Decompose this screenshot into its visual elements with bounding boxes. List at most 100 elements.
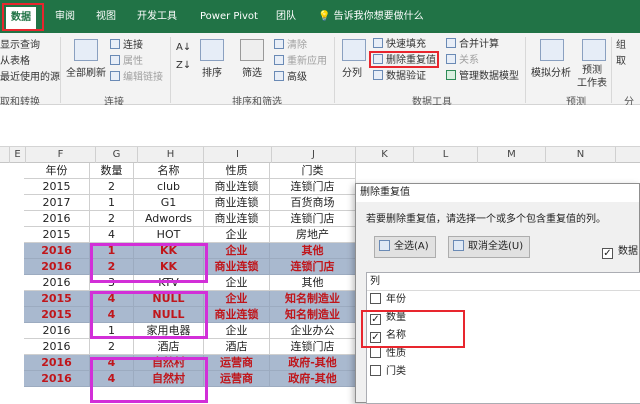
from-table-button[interactable]: 从表格 xyxy=(0,55,30,68)
relationships-button[interactable]: 关系 xyxy=(446,54,479,67)
select-all-button[interactable]: 全选(A) xyxy=(374,236,436,258)
flash-fill-button[interactable]: 快速填充 xyxy=(373,38,426,51)
table-cell[interactable]: 2016 xyxy=(24,211,90,227)
group-button[interactable]: 组 xyxy=(616,39,626,52)
column-header[interactable] xyxy=(0,147,10,163)
table-cell[interactable]: 企业 xyxy=(204,291,270,307)
table-cell[interactable]: 企业办公 xyxy=(270,323,356,339)
table-cell[interactable]: 2016 xyxy=(24,323,90,339)
table-cell[interactable]: 百货商场 xyxy=(270,195,356,211)
table-cell[interactable]: 酒店 xyxy=(134,339,204,355)
column-header[interactable]: H xyxy=(138,147,204,163)
table-cell[interactable]: 2015 xyxy=(24,291,90,307)
table-cell[interactable]: 门类 xyxy=(270,163,356,179)
advanced-button[interactable]: 高级 xyxy=(274,71,307,84)
table-cell[interactable]: 2 xyxy=(90,339,134,355)
refresh-all-button[interactable]: 全部刷新 xyxy=(66,67,106,80)
table-cell[interactable]: 2016 xyxy=(24,355,90,371)
table-cell[interactable]: 企业 xyxy=(204,275,270,291)
table-cell[interactable]: 2016 xyxy=(24,339,90,355)
ungroup-button[interactable]: 取 xyxy=(616,55,626,68)
table-cell[interactable]: 商业连锁 xyxy=(204,211,270,227)
sort-button[interactable]: 排序 xyxy=(202,67,222,80)
connections-button[interactable]: 连接 xyxy=(110,39,143,52)
edit-links-button[interactable]: 编辑链接 xyxy=(110,71,163,84)
manage-data-model-button[interactable]: 管理数据模型 xyxy=(446,70,519,83)
recent-sources-button[interactable]: 最近使用的源 xyxy=(0,71,60,84)
table-cell[interactable]: 房地产 xyxy=(270,227,356,243)
column-header[interactable]: I xyxy=(204,147,272,163)
sort-asc-icon[interactable]: A↓ xyxy=(176,41,191,54)
my-data-has-headers-checkbox[interactable]: ✓ 数据 xyxy=(602,242,638,259)
column-header[interactable]: E xyxy=(10,147,26,163)
table-cell[interactable]: 连锁门店 xyxy=(270,339,356,355)
consolidate-button[interactable]: 合并计算 xyxy=(446,38,499,51)
table-cell[interactable]: 酒店 xyxy=(204,339,270,355)
column-header[interactable]: F xyxy=(26,147,96,163)
table-cell[interactable]: club xyxy=(134,179,204,195)
table-cell[interactable]: 知名制造业 xyxy=(270,307,356,323)
table-cell[interactable]: 2016 xyxy=(24,243,90,259)
tell-me-box[interactable]: 💡 告诉我你想要做什么 xyxy=(318,8,424,26)
table-cell[interactable]: 连锁门店 xyxy=(270,259,356,275)
table-cell[interactable]: 知名制造业 xyxy=(270,291,356,307)
table-cell[interactable]: 政府-其他 xyxy=(270,371,356,387)
data-validation-button[interactable]: 数据验证 xyxy=(373,70,426,83)
table-cell[interactable]: 其他 xyxy=(270,275,356,291)
table-cell[interactable]: 政府-其他 xyxy=(270,355,356,371)
tab-power-pivot[interactable]: Power Pivot xyxy=(200,8,258,26)
table-cell[interactable]: 连锁门店 xyxy=(270,179,356,195)
table-cell[interactable]: 2016 xyxy=(24,259,90,275)
column-header[interactable]: G xyxy=(96,147,138,163)
table-cell[interactable]: 2017 xyxy=(24,195,90,211)
table-cell[interactable]: HOT xyxy=(134,227,204,243)
column-header[interactable]: L xyxy=(414,147,478,163)
sort-desc-icon[interactable]: Z↓ xyxy=(176,59,191,72)
tab-review[interactable]: 审阅 xyxy=(55,8,75,26)
reapply-button[interactable]: 重新应用 xyxy=(274,55,327,68)
table-cell[interactable]: 商业连锁 xyxy=(204,307,270,323)
tab-view[interactable]: 视图 xyxy=(96,8,116,26)
table-cell[interactable]: 数量 xyxy=(90,163,134,179)
table-cell[interactable]: 连锁门店 xyxy=(270,211,356,227)
table-cell[interactable]: 2015 xyxy=(24,179,90,195)
table-cell[interactable]: 2 xyxy=(90,179,134,195)
column-checkbox-item[interactable]: 门类 xyxy=(367,363,640,381)
table-cell[interactable]: 2 xyxy=(90,211,134,227)
formula-bar-area[interactable] xyxy=(0,105,640,147)
table-cell[interactable]: 企业 xyxy=(204,323,270,339)
table-cell[interactable]: 运营商 xyxy=(204,355,270,371)
what-if-button[interactable]: 模拟分析 xyxy=(531,67,571,80)
table-cell[interactable]: 名称 xyxy=(134,163,204,179)
table-cell[interactable]: 商业连锁 xyxy=(204,259,270,275)
table-cell[interactable]: 2016 xyxy=(24,275,90,291)
table-cell[interactable]: 4 xyxy=(90,227,134,243)
properties-button[interactable]: 属性 xyxy=(110,55,143,68)
text-to-columns-button[interactable]: 分列 xyxy=(342,67,362,80)
table-cell[interactable]: 年份 xyxy=(24,163,90,179)
table-cell[interactable]: Adwords xyxy=(134,211,204,227)
table-cell[interactable]: 企业 xyxy=(204,243,270,259)
table-cell[interactable]: 性质 xyxy=(204,163,270,179)
table-cell[interactable]: 其他 xyxy=(270,243,356,259)
column-header[interactable]: N xyxy=(546,147,616,163)
table-cell[interactable]: 2015 xyxy=(24,307,90,323)
column-header[interactable]: M xyxy=(478,147,546,163)
tab-data[interactable]: 数据 xyxy=(6,7,36,29)
column-header[interactable]: K xyxy=(356,147,414,163)
unselect-all-button[interactable]: 取消全选(U) xyxy=(448,236,531,258)
table-cell[interactable]: 2016 xyxy=(24,371,90,387)
table-cell[interactable]: 商业连锁 xyxy=(204,179,270,195)
tab-team[interactable]: 团队 xyxy=(276,8,296,26)
table-cell[interactable]: 1 xyxy=(90,195,134,211)
forecast-sheet-button[interactable]: 预测 工作表 xyxy=(577,64,607,90)
column-checkbox-item[interactable]: 年份 xyxy=(367,291,640,309)
clear-button[interactable]: 清除 xyxy=(274,39,307,52)
show-queries-button[interactable]: 显示查询 xyxy=(0,39,40,52)
table-cell[interactable]: 商业连锁 xyxy=(204,195,270,211)
table-cell[interactable]: 2015 xyxy=(24,227,90,243)
tab-developer[interactable]: 开发工具 xyxy=(137,8,177,26)
table-cell[interactable]: 企业 xyxy=(204,227,270,243)
table-cell[interactable]: 运营商 xyxy=(204,371,270,387)
column-header[interactable]: J xyxy=(272,147,356,163)
